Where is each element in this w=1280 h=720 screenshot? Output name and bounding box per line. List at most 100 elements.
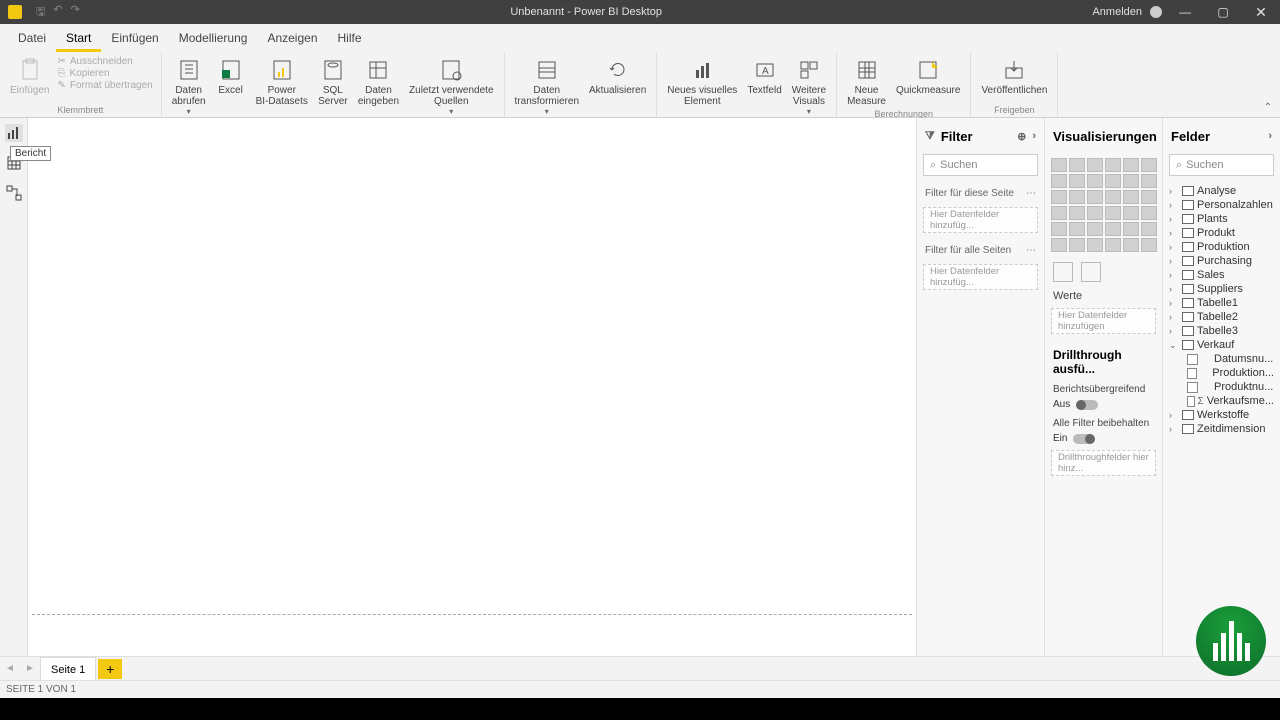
viz-type-button[interactable] [1123, 206, 1139, 220]
redo-icon[interactable]: ↷ [71, 3, 80, 22]
tab-file[interactable]: Datei [8, 24, 56, 52]
field-table-row[interactable]: ›Tabelle3 [1165, 324, 1278, 338]
report-canvas[interactable] [28, 118, 916, 656]
filter-collapse-icon[interactable]: › [1032, 130, 1036, 142]
refresh-button[interactable]: Aktualisieren [585, 54, 650, 98]
expand-icon[interactable]: › [1169, 186, 1179, 196]
expand-icon[interactable]: › [1169, 410, 1179, 420]
viz-type-button[interactable] [1105, 158, 1121, 172]
viz-type-button[interactable] [1105, 190, 1121, 204]
viz-type-button[interactable] [1051, 174, 1067, 188]
field-table-row[interactable]: ›Analyse [1165, 184, 1278, 198]
field-column-row[interactable]: ΣVerkaufsme... [1165, 394, 1278, 408]
viz-type-button[interactable] [1069, 158, 1085, 172]
recent-sources-button[interactable]: Zuletzt verwendete Quellen▾ [405, 54, 498, 118]
get-data-button[interactable]: Daten abrufen▾ [168, 54, 210, 118]
field-checkbox[interactable] [1187, 396, 1195, 407]
expand-icon[interactable]: › [1169, 200, 1179, 210]
viz-type-button[interactable] [1087, 190, 1103, 204]
field-table-row[interactable]: ›Werkstoffe [1165, 408, 1278, 422]
avatar-icon[interactable] [1150, 6, 1162, 18]
viz-type-button[interactable] [1087, 158, 1103, 172]
expand-icon[interactable]: ⌄ [1169, 340, 1179, 351]
viz-type-button[interactable] [1087, 206, 1103, 220]
filter-all-dropzone[interactable]: Hier Datenfelder hinzufüg... [923, 264, 1038, 290]
page-next-button[interactable]: ► [20, 663, 40, 674]
field-checkbox[interactable] [1187, 354, 1198, 365]
filter-page-more-icon[interactable]: ⋯ [1026, 188, 1036, 199]
crossreport-toggle[interactable] [1076, 400, 1098, 410]
filter-expand-icon[interactable]: ⊕ [1017, 130, 1026, 143]
viz-type-button[interactable] [1087, 174, 1103, 188]
expand-icon[interactable]: › [1169, 256, 1179, 266]
keepfilters-toggle[interactable] [1073, 434, 1095, 444]
field-column-row[interactable]: Produktnu... [1165, 380, 1278, 394]
filter-page-dropzone[interactable]: Hier Datenfelder hinzufüg... [923, 207, 1038, 233]
viz-type-button[interactable] [1123, 190, 1139, 204]
viz-type-button[interactable] [1051, 222, 1067, 236]
transform-button[interactable]: Daten transformieren▾ [511, 54, 583, 118]
viz-type-button[interactable] [1051, 206, 1067, 220]
viz-type-button[interactable] [1141, 174, 1157, 188]
viz-type-button[interactable] [1051, 158, 1067, 172]
viz-type-button[interactable] [1069, 222, 1085, 236]
field-checkbox[interactable] [1187, 368, 1197, 379]
filter-all-more-icon[interactable]: ⋯ [1026, 245, 1036, 256]
field-table-row[interactable]: ⌄Verkauf [1165, 338, 1278, 352]
viz-type-button[interactable] [1141, 222, 1157, 236]
textbox-button[interactable]: ATextfeld [743, 54, 785, 98]
viz-type-button[interactable] [1123, 174, 1139, 188]
add-page-button[interactable]: + [98, 659, 122, 679]
viz-type-button[interactable] [1141, 158, 1157, 172]
field-column-row[interactable]: Produktion... [1165, 366, 1278, 380]
new-measure-button[interactable]: Neue Measure [843, 54, 890, 109]
tab-home[interactable]: Start [56, 24, 101, 52]
publish-button[interactable]: Veröffentlichen [977, 54, 1051, 98]
field-table-row[interactable]: ›Personalzahlen [1165, 198, 1278, 212]
tab-help[interactable]: Hilfe [328, 24, 372, 52]
viz-type-button[interactable] [1051, 238, 1067, 252]
field-column-row[interactable]: Datumsnu... [1165, 352, 1278, 366]
viz-type-button[interactable] [1123, 222, 1139, 236]
fields-collapse-icon[interactable]: › [1268, 130, 1272, 142]
viz-type-button[interactable] [1087, 238, 1103, 252]
expand-icon[interactable]: › [1169, 284, 1179, 294]
viz-type-button[interactable] [1105, 222, 1121, 236]
field-table-row[interactable]: ›Tabelle1 [1165, 296, 1278, 310]
tab-modeling[interactable]: Modellierung [169, 24, 258, 52]
more-visuals-button[interactable]: Weitere Visuals▾ [788, 54, 830, 118]
field-table-row[interactable]: ›Plants [1165, 212, 1278, 226]
tab-view[interactable]: Anzeigen [257, 24, 327, 52]
signin-link[interactable]: Anmelden [1092, 6, 1142, 18]
viz-type-button[interactable] [1105, 238, 1121, 252]
viz-type-button[interactable] [1069, 190, 1085, 204]
expand-icon[interactable]: › [1169, 214, 1179, 224]
expand-icon[interactable]: › [1169, 228, 1179, 238]
expand-icon[interactable]: › [1169, 312, 1179, 322]
viz-type-button[interactable] [1141, 206, 1157, 220]
expand-icon[interactable]: › [1169, 326, 1179, 336]
tab-insert[interactable]: Einfügen [101, 24, 168, 52]
drillthrough-dropzone[interactable]: Drillthroughfelder hier hinz... [1051, 450, 1156, 476]
viz-type-button[interactable] [1141, 190, 1157, 204]
pbi-datasets-button[interactable]: Power BI-Datasets [252, 54, 312, 109]
sql-button[interactable]: SQL Server [314, 54, 352, 109]
field-checkbox[interactable] [1187, 382, 1198, 393]
field-table-row[interactable]: ›Suppliers [1165, 282, 1278, 296]
viz-type-button[interactable] [1051, 190, 1067, 204]
viz-type-button[interactable] [1069, 238, 1085, 252]
field-table-row[interactable]: ›Produktion [1165, 240, 1278, 254]
field-table-row[interactable]: ›Produkt [1165, 226, 1278, 240]
field-table-row[interactable]: ›Sales [1165, 268, 1278, 282]
expand-icon[interactable]: › [1169, 270, 1179, 280]
undo-icon[interactable]: ↶ [53, 3, 62, 22]
viz-type-button[interactable] [1105, 206, 1121, 220]
new-visual-button[interactable]: Neues visuelles Element [663, 54, 741, 109]
filter-search-input[interactable]: ⌕Suchen [923, 154, 1038, 176]
expand-icon[interactable]: › [1169, 242, 1179, 252]
values-dropzone[interactable]: Hier Datenfelder hinzufügen [1051, 308, 1156, 334]
viz-type-button[interactable] [1069, 206, 1085, 220]
expand-icon[interactable]: › [1169, 298, 1179, 308]
field-table-row[interactable]: ›Purchasing [1165, 254, 1278, 268]
viz-type-button[interactable] [1087, 222, 1103, 236]
